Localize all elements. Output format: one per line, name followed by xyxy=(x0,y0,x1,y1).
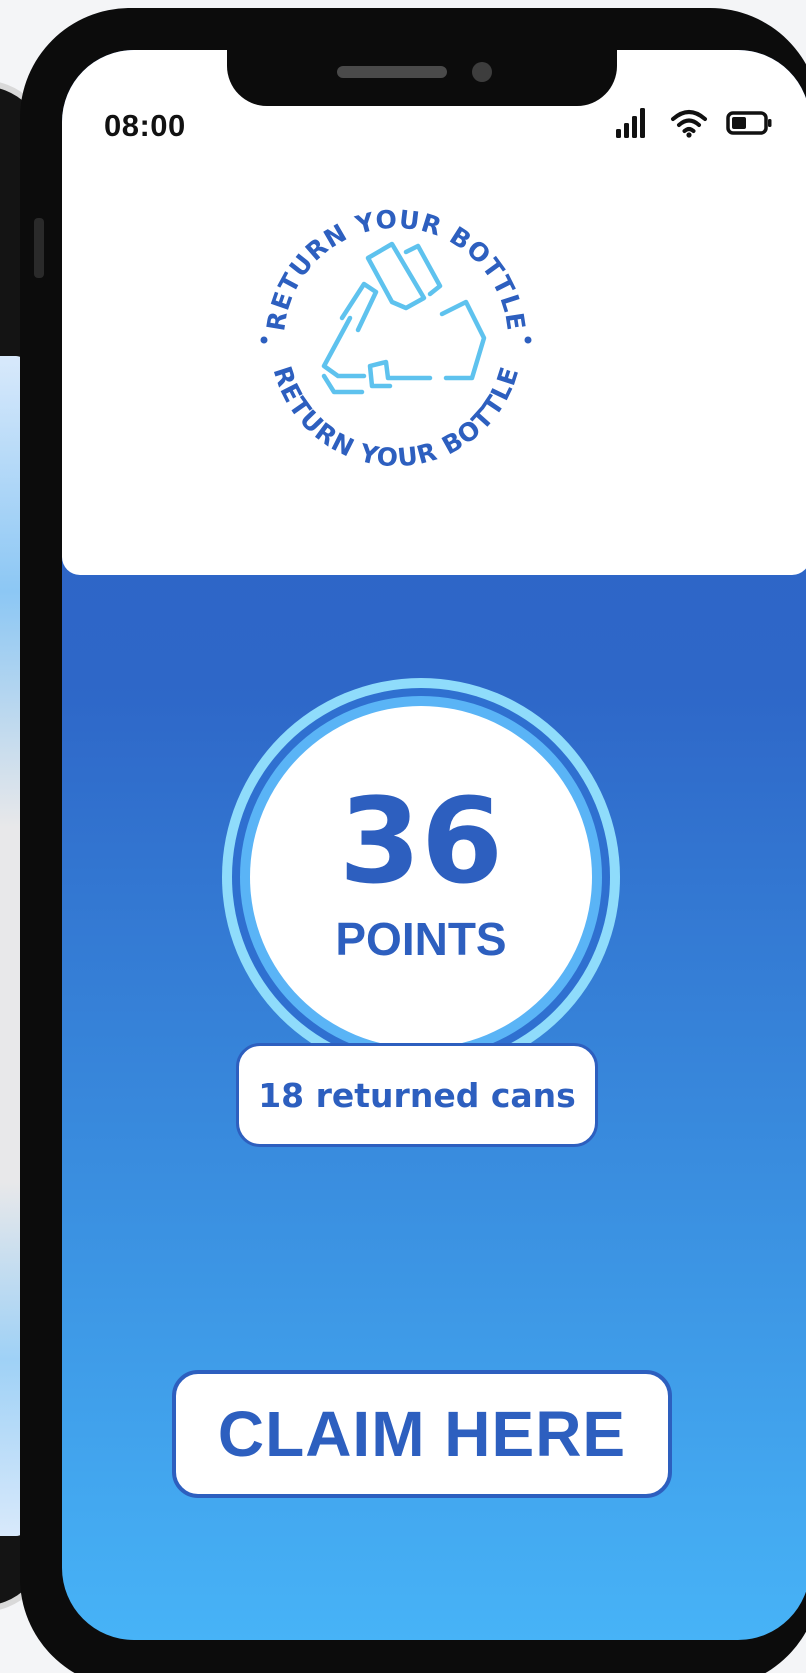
points-ring: 36 POINTS xyxy=(222,678,620,1076)
phone-frame: 08:00 RETURN YOUR BOTTLE RETURN YOUR BOT… xyxy=(20,8,806,1673)
wifi-icon xyxy=(671,110,707,138)
logo-ring-text-top: RETURN YOUR BOTTLE xyxy=(261,205,531,333)
status-time: 08:00 xyxy=(104,108,186,143)
speaker-grille xyxy=(337,66,447,78)
phone-notch xyxy=(227,50,617,106)
points-value: 36 xyxy=(338,772,504,910)
signal-icon xyxy=(616,108,645,138)
phone-side-button xyxy=(34,218,44,278)
points-circle: 36 POINTS xyxy=(250,706,592,1048)
return-your-bottle-logo: RETURN YOUR BOTTLE RETURN YOUR BOTTLE xyxy=(260,205,532,472)
recycle-bottles-icon xyxy=(321,241,487,395)
front-camera xyxy=(472,62,492,82)
returned-cans-badge: 18 returned cans xyxy=(236,1043,598,1147)
points-ring-inner: 36 POINTS xyxy=(240,696,602,1058)
points-ring-outline: 36 POINTS xyxy=(232,688,610,1066)
battery-icon xyxy=(726,111,772,135)
mockup-stage: 08:00 RETURN YOUR BOTTLE RETURN YOUR BOT… xyxy=(0,0,806,1673)
status-icons xyxy=(616,108,772,138)
phone-screen: 08:00 RETURN YOUR BOTTLE RETURN YOUR BOT… xyxy=(62,50,806,1640)
claim-button[interactable]: CLAIM HERE xyxy=(172,1370,672,1498)
points-label: POINTS xyxy=(335,913,507,965)
header-card: 08:00 RETURN YOUR BOTTLE RETURN YOUR BOT… xyxy=(62,50,806,575)
